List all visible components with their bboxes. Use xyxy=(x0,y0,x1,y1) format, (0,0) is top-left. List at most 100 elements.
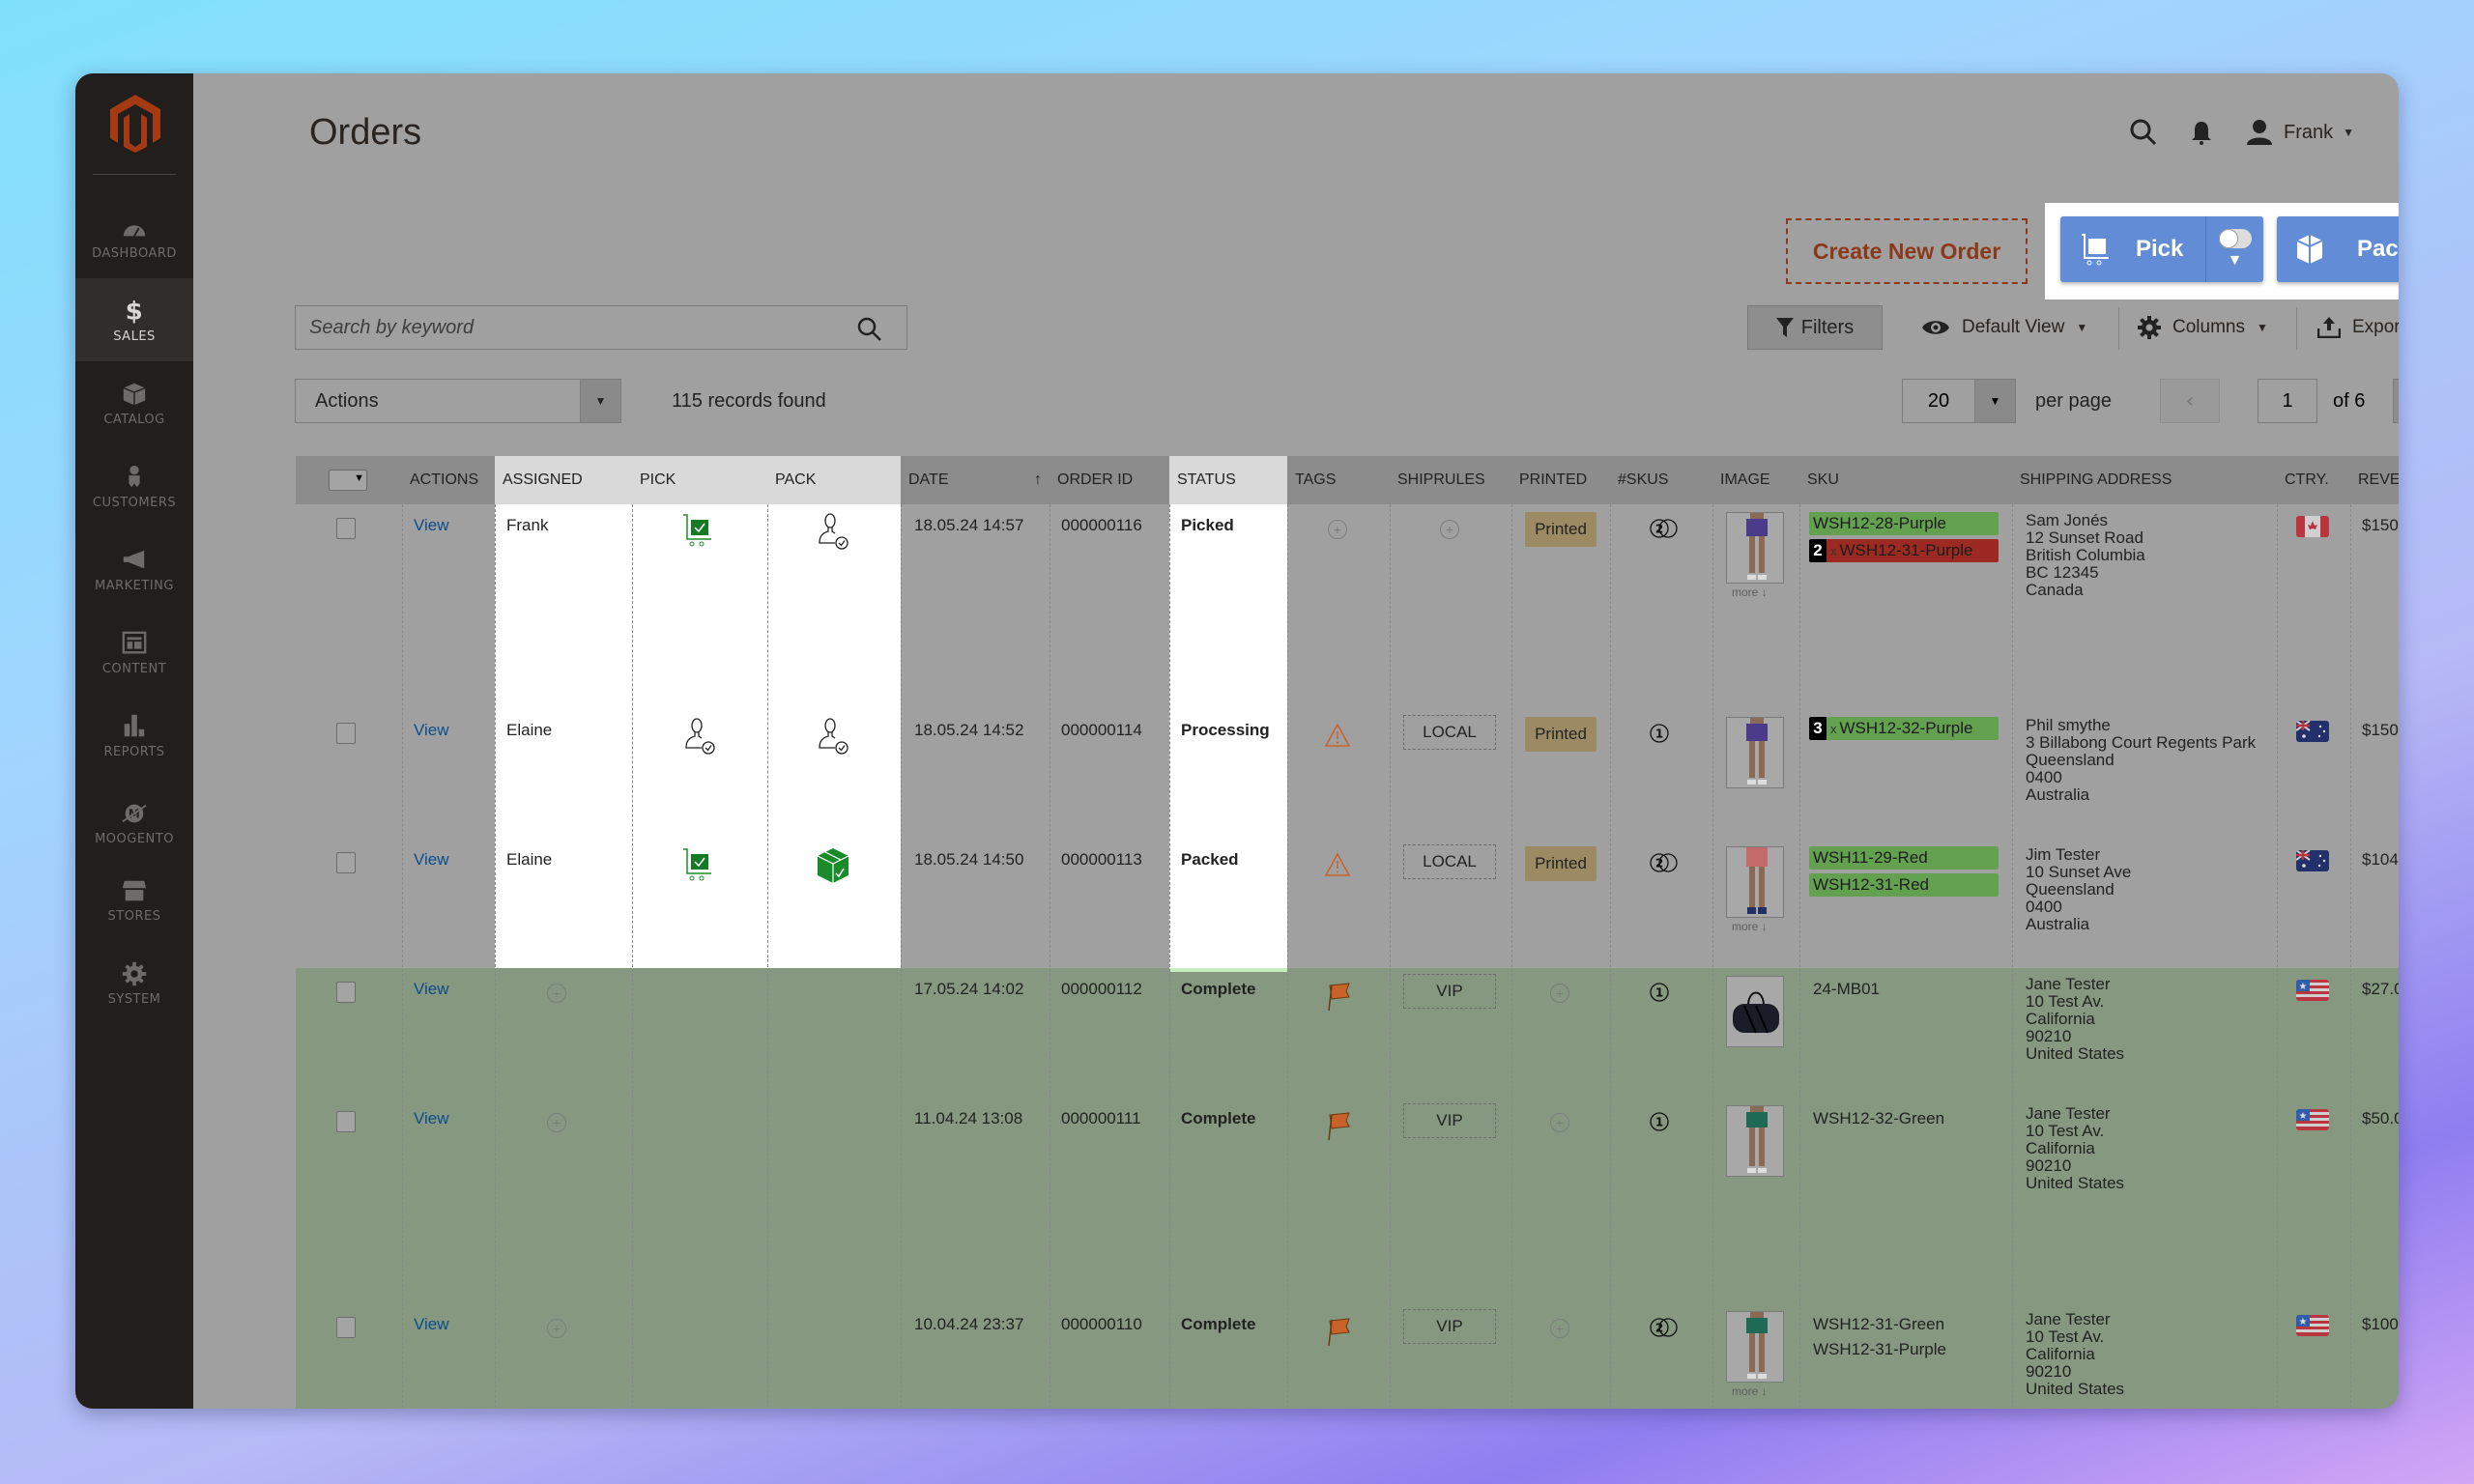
product-thumbnail[interactable] xyxy=(1726,512,1784,584)
columns-dropdown[interactable]: Columns ▼ xyxy=(2138,305,2268,350)
shiprule-badge[interactable]: VIP xyxy=(1403,1309,1496,1344)
assign-user-button[interactable]: + xyxy=(547,984,566,1003)
create-new-order-button[interactable]: Create New Order xyxy=(1786,218,2028,284)
view-order-link[interactable]: View xyxy=(414,1315,449,1334)
shiprule-badge[interactable]: LOCAL xyxy=(1403,715,1496,750)
search-field[interactable] xyxy=(295,305,907,350)
mark-printed-button[interactable]: + xyxy=(1550,984,1569,1003)
view-order-link[interactable]: View xyxy=(414,850,449,870)
per-page-select[interactable]: 20 ▼ xyxy=(1902,379,2016,423)
column-header-status[interactable]: STATUS xyxy=(1169,456,1287,504)
page-number-input[interactable]: 1 xyxy=(2258,379,2317,423)
row-checkbox[interactable] xyxy=(336,723,356,744)
column-header-ctry[interactable]: CTRY. xyxy=(2277,456,2350,504)
mark-printed-button[interactable]: + xyxy=(1550,1319,1569,1338)
shiprule-badge[interactable]: VIP xyxy=(1403,1103,1496,1138)
mark-printed-button[interactable]: + xyxy=(1550,1113,1569,1132)
column-header-image[interactable]: IMAGE xyxy=(1712,456,1799,504)
view-order-link[interactable]: View xyxy=(414,721,449,740)
view-order-link[interactable]: View xyxy=(414,516,449,535)
sku-code[interactable]: 24-MB01 xyxy=(1813,978,1880,1001)
bell-icon[interactable] xyxy=(2187,118,2216,147)
cart-checked-icon[interactable] xyxy=(680,846,715,886)
row-checkbox[interactable] xyxy=(336,1317,356,1338)
mass-actions-dropdown[interactable]: Actions ▼ xyxy=(295,379,621,423)
assign-user-button[interactable]: + xyxy=(547,1319,566,1338)
sidebar-item-content[interactable]: CONTENT xyxy=(75,611,193,694)
shiprule-badge[interactable]: VIP xyxy=(1403,974,1496,1009)
cart-checked-icon[interactable] xyxy=(680,512,715,552)
product-thumbnail[interactable] xyxy=(1726,717,1784,788)
sku-tag[interactable]: WSH12-31-Red xyxy=(1809,873,1999,897)
pick-button[interactable]: Pick ▼ xyxy=(2060,216,2263,282)
row-checkbox[interactable] xyxy=(336,852,356,873)
row-checkbox[interactable] xyxy=(336,1111,356,1132)
warning-icon[interactable] xyxy=(1324,852,1351,882)
column-header-assigned[interactable]: ASSIGNED xyxy=(495,456,632,504)
sidebar-item-catalog[interactable]: CATALOG xyxy=(75,361,193,444)
sku-code[interactable]: WSH12-32-Green xyxy=(1813,1107,1944,1130)
warning-icon[interactable] xyxy=(1324,723,1351,753)
flag-tag-icon[interactable] xyxy=(1326,1317,1353,1353)
product-thumbnail[interactable] xyxy=(1726,846,1784,918)
product-thumbnail[interactable] xyxy=(1726,1105,1784,1177)
pack-button[interactable]: Pack xyxy=(2277,216,2399,282)
column-header-shipping-address[interactable]: SHIPPING ADDRESS xyxy=(2012,456,2277,504)
column-header-actions[interactable]: ACTIONS xyxy=(402,456,495,504)
pick-dropdown-toggle[interactable]: ▼ xyxy=(2205,216,2263,282)
column-header-date[interactable]: DATE ↑ xyxy=(901,456,1050,504)
more-images-link[interactable]: more ↓ xyxy=(1732,585,1768,599)
view-order-link[interactable]: View xyxy=(414,980,449,999)
select-all-checkbox[interactable]: ▼ xyxy=(329,470,367,491)
default-view-dropdown[interactable]: Default View ▼ xyxy=(1921,305,2087,350)
sidebar-item-moogento[interactable]: M MOOGENTO xyxy=(75,781,193,864)
sku-tag[interactable]: WSH12-28-Purple xyxy=(1809,512,1999,535)
column-header-sku[interactable]: SKU xyxy=(1799,456,2012,504)
sidebar-item-marketing[interactable]: MARKETING xyxy=(75,528,193,611)
row-checkbox[interactable] xyxy=(336,982,356,1003)
export-dropdown[interactable]: Export ▼ xyxy=(2317,305,2399,350)
box-checked-icon[interactable] xyxy=(814,846,852,890)
toggle-switch[interactable] xyxy=(2218,229,2252,248)
filters-button[interactable]: Filters xyxy=(1747,305,1883,350)
user-check-icon[interactable] xyxy=(814,717,852,760)
sidebar-item-reports[interactable]: REPORTS xyxy=(75,694,193,777)
product-thumbnail[interactable] xyxy=(1726,1311,1784,1383)
search-icon[interactable] xyxy=(856,316,883,343)
assign-user-button[interactable]: + xyxy=(547,1113,566,1132)
flag-tag-icon[interactable] xyxy=(1326,982,1353,1017)
more-images-link[interactable]: more ↓ xyxy=(1732,1384,1768,1398)
sku-code[interactable]: WSH12-31-Green xyxy=(1813,1313,1944,1336)
flag-tag-icon[interactable] xyxy=(1326,1111,1353,1147)
sku-tag[interactable]: 3 x WSH12-32-Purple xyxy=(1809,717,1999,740)
product-thumbnail[interactable] xyxy=(1726,976,1784,1047)
magento-logo-icon[interactable] xyxy=(110,95,160,153)
column-header-order-id[interactable]: ORDER ID xyxy=(1050,456,1169,504)
user-menu[interactable]: Frank ▼ xyxy=(2245,118,2354,147)
sidebar-item-stores[interactable]: STORES xyxy=(75,858,193,941)
shiprule-badge[interactable]: LOCAL xyxy=(1403,844,1496,879)
sidebar-item-customers[interactable]: CUSTOMERS xyxy=(75,444,193,528)
user-check-icon[interactable] xyxy=(814,512,852,556)
more-images-link[interactable]: more ↓ xyxy=(1732,920,1768,933)
search-input[interactable] xyxy=(309,316,850,339)
user-check-icon[interactable] xyxy=(680,717,719,760)
search-icon[interactable] xyxy=(2129,118,2158,147)
sidebar-item-system[interactable]: SYSTEM xyxy=(75,941,193,1024)
sidebar-item-dashboard[interactable]: DASHBOARD xyxy=(75,195,193,278)
sku-tag[interactable]: 2 x WSH12-31-Purple xyxy=(1809,539,1999,562)
column-header-shiprules[interactable]: SHIPRULES xyxy=(1390,456,1511,504)
column-header-printed[interactable]: PRINTED xyxy=(1511,456,1610,504)
add-shiprule-button[interactable]: + xyxy=(1440,520,1459,539)
column-header-tags[interactable]: TAGS xyxy=(1287,456,1390,504)
sku-code[interactable]: WSH12-31-Purple xyxy=(1813,1338,1946,1361)
add-tag-button[interactable]: + xyxy=(1328,520,1347,539)
column-header-pick[interactable]: PICK xyxy=(632,456,767,504)
column-header-revenue[interactable]: REVENUE xyxy=(2350,456,2399,504)
previous-page-button[interactable]: ‹ xyxy=(2160,379,2220,423)
column-header-skus[interactable]: #SKUS xyxy=(1610,456,1712,504)
sidebar-item-sales[interactable]: $ SALES xyxy=(75,278,193,361)
sku-tag[interactable]: WSH11-29-Red xyxy=(1809,846,1999,870)
row-checkbox[interactable] xyxy=(336,518,356,539)
view-order-link[interactable]: View xyxy=(414,1109,449,1128)
